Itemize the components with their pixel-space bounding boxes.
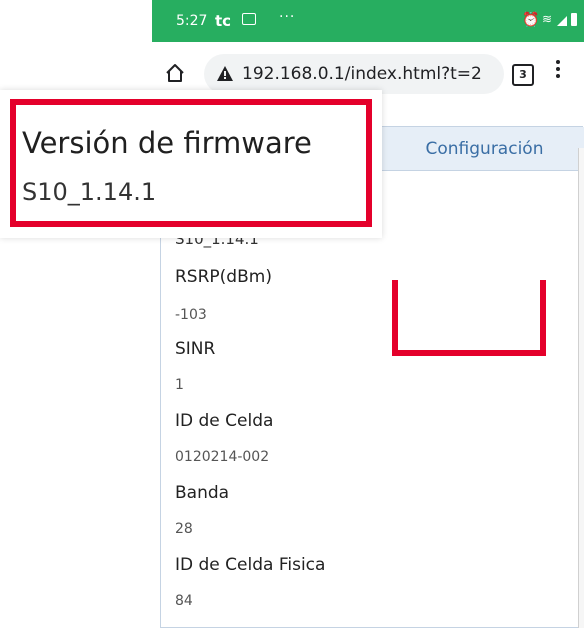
sim-icon bbox=[242, 13, 256, 25]
tabs-icon[interactable]: 3 bbox=[512, 64, 534, 86]
scroll-strip bbox=[578, 148, 584, 628]
wifi-icon: ≋ bbox=[542, 12, 553, 26]
field-label: Banda bbox=[175, 483, 230, 503]
callout-highlight-border bbox=[10, 99, 372, 227]
callout-title: Versión de firmware bbox=[22, 126, 312, 160]
overflow-indicator: ··· bbox=[279, 9, 296, 25]
callout-value: S10_1.14.1 bbox=[22, 178, 157, 206]
tab-configuracion[interactable]: Configuración bbox=[379, 127, 584, 171]
warning-icon[interactable] bbox=[216, 65, 234, 82]
signal-icon bbox=[557, 16, 567, 26]
menu-icon[interactable] bbox=[556, 60, 560, 81]
field-label: RSRP(dBm) bbox=[175, 267, 272, 287]
battery-icon bbox=[571, 13, 577, 26]
field-value: 0120214-002 bbox=[175, 449, 270, 465]
field-label: SINR bbox=[175, 339, 216, 359]
zoom-callout: Versión de firmware S10_1.14.1 bbox=[0, 90, 382, 238]
highlight-box bbox=[392, 280, 546, 356]
field-value: -103 bbox=[175, 307, 207, 323]
status-bar: 5:27 tc ··· ⏰ ≋ bbox=[152, 0, 584, 42]
alarm-icon: ⏰ bbox=[522, 12, 540, 28]
field-value: 1 bbox=[175, 377, 184, 393]
status-time: 5:27 bbox=[176, 13, 208, 29]
field-label: ID de Celda Fisica bbox=[175, 555, 326, 575]
field-value: 84 bbox=[175, 593, 193, 609]
address-bar[interactable]: 192.168.0.1/index.html?t=2 bbox=[204, 54, 504, 94]
home-icon[interactable] bbox=[164, 62, 186, 84]
carrier-label: tc bbox=[215, 12, 232, 30]
field-value: 28 bbox=[175, 521, 193, 537]
field-label: ID de Celda bbox=[175, 411, 274, 431]
url-text[interactable]: 192.168.0.1/index.html?t=2 bbox=[242, 64, 482, 84]
